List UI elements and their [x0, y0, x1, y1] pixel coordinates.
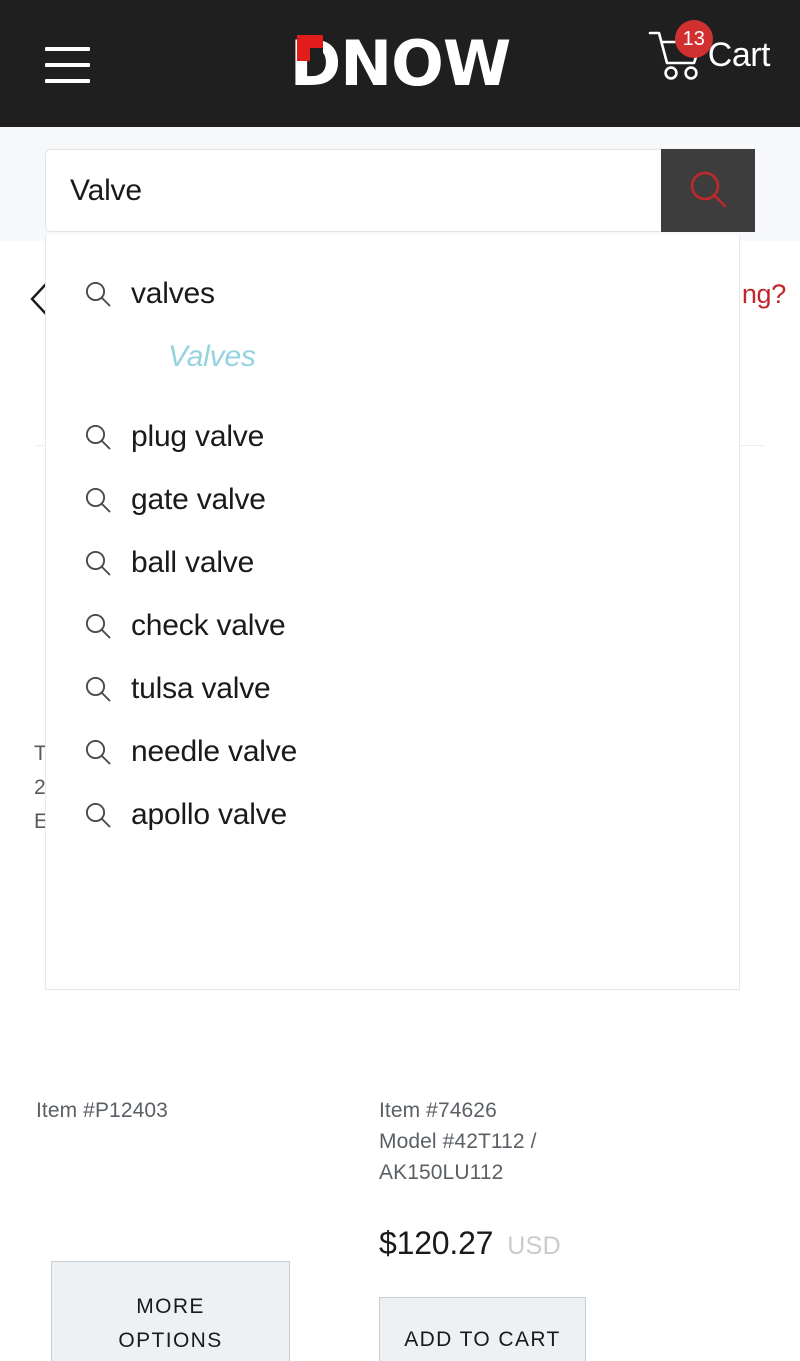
logo-accent-square [296, 35, 323, 61]
search-magnifier-icon [83, 674, 121, 704]
suggestion-item[interactable]: check valve [46, 594, 739, 657]
hamburger-bar [45, 63, 90, 67]
suggestion-label: gate valve [131, 482, 266, 516]
suggestion-category-label: Valves [168, 339, 256, 373]
add-to-cart-button[interactable]: ADD TO CART [379, 1297, 586, 1361]
suggestion-item[interactable]: tulsa valve [46, 657, 739, 720]
suggestion-label: ball valve [131, 545, 255, 579]
suggestion-category-item[interactable]: Valves [46, 325, 739, 388]
site-header: DNOW 13 Cart [0, 0, 800, 127]
search-magnifier-icon [83, 800, 121, 830]
search-magnifier-icon [83, 737, 121, 767]
shopping-cart-icon: 13 [648, 20, 713, 82]
add-to-cart-button-label: ADD TO CART [404, 1328, 561, 1351]
suggestion-label: valves [131, 276, 215, 310]
search-bar [45, 149, 755, 232]
page-root: ng? T2E Item #P12403 Item #74626 Model #… [0, 0, 800, 1361]
suggestion-item[interactable]: valves [46, 262, 739, 325]
cart-label: Cart [707, 36, 771, 74]
help-link[interactable]: ng? [742, 279, 786, 310]
suggestion-label: apollo valve [131, 797, 288, 831]
logo-text: DNOW [289, 26, 511, 102]
price-amount: $120.27 [379, 1225, 494, 1261]
search-magnifier-icon [83, 422, 121, 452]
suggestion-label: needle valve [131, 734, 298, 768]
search-submit-button[interactable] [660, 149, 755, 232]
suggestion-label: plug valve [131, 419, 265, 453]
search-magnifier-icon [686, 167, 730, 214]
price-currency: USD [507, 1232, 561, 1260]
suggestion-item[interactable]: gate valve [46, 468, 739, 531]
product-right-model-line2: AK150LU112 [379, 1161, 504, 1184]
hamburger-bar [45, 79, 90, 83]
more-options-button-label: MORE OPTIONS [118, 1295, 223, 1352]
suggestion-item[interactable]: ball valve [46, 531, 739, 594]
search-magnifier-icon [83, 611, 121, 641]
suggestion-label: check valve [131, 608, 286, 642]
search-magnifier-icon [83, 548, 121, 578]
product-right-meta: Item #74626 Model #42T112 / AK150LU112 [379, 1095, 537, 1188]
suggestion-label: tulsa valve [131, 671, 271, 705]
hamburger-bar [45, 47, 90, 51]
logo-wordmark: DNOW [289, 27, 511, 100]
cart-button[interactable]: 13 Cart [648, 20, 771, 82]
product-right-item-number: Item #74626 [379, 1099, 497, 1122]
search-magnifier-icon [83, 485, 121, 515]
suggestion-item[interactable]: apollo valve [46, 783, 739, 846]
suggestion-item[interactable]: needle valve [46, 720, 739, 783]
search-input[interactable] [45, 149, 661, 232]
search-suggestions-dropdown: valves Valves plug valve gate valve ball… [45, 235, 740, 990]
more-options-button[interactable]: MORE OPTIONS [51, 1261, 290, 1361]
site-logo[interactable]: DNOW [255, 26, 545, 102]
hamburger-menu-icon[interactable] [45, 47, 90, 83]
product-right-model-line1: Model #42T112 / [379, 1130, 537, 1153]
product-left-item-number: Item #P12403 [36, 1099, 168, 1122]
product-right-price-row: $120.27 USD [379, 1225, 561, 1262]
cart-badge: 13 [674, 20, 713, 58]
suggestion-item[interactable]: plug valve [46, 405, 739, 468]
search-magnifier-icon [83, 279, 121, 309]
